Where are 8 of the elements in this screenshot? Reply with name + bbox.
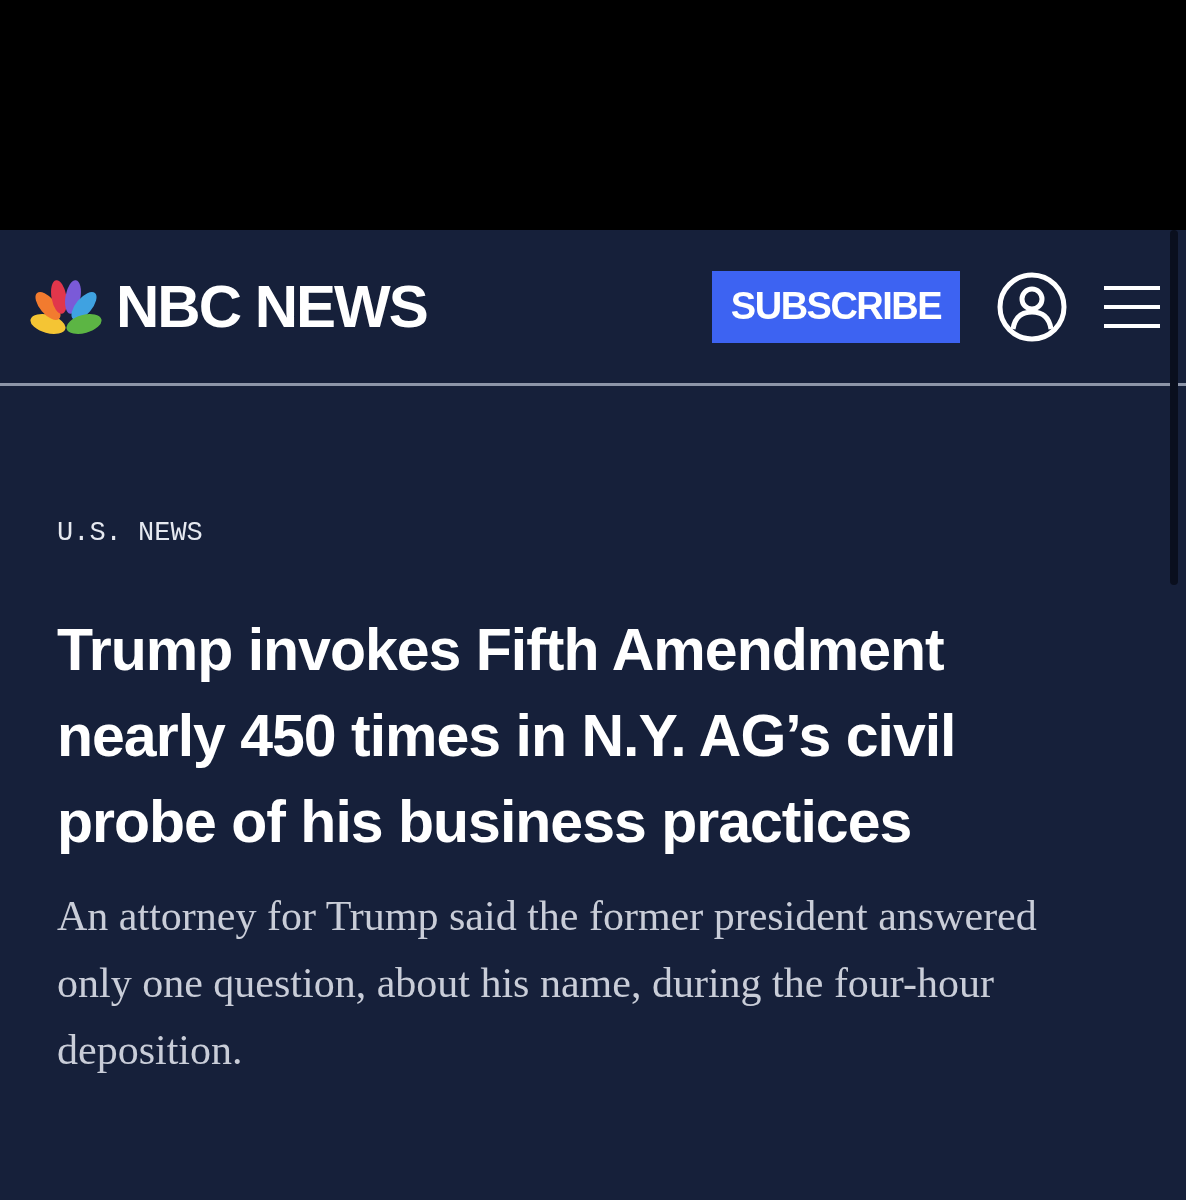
section-label[interactable]: U.S. NEWS [57, 520, 1106, 547]
account-icon[interactable] [996, 270, 1068, 343]
article-summary: An attorney for Trump said the former president answered only one question, about his name, during the four-hour deposition. [57, 892, 1038, 1075]
scrollbar-thumb[interactable] [1170, 230, 1178, 585]
subscribe-button[interactable]: SUBSCRIBE [712, 270, 960, 343]
menu-icon[interactable] [1104, 283, 1160, 330]
site-logo-text[interactable]: NBC NEWS [116, 276, 427, 337]
article-headline: Trump invokes Fifth Amendment nearly 450 times in N.Y. AG’s civil probe of his business practices [57, 616, 957, 857]
